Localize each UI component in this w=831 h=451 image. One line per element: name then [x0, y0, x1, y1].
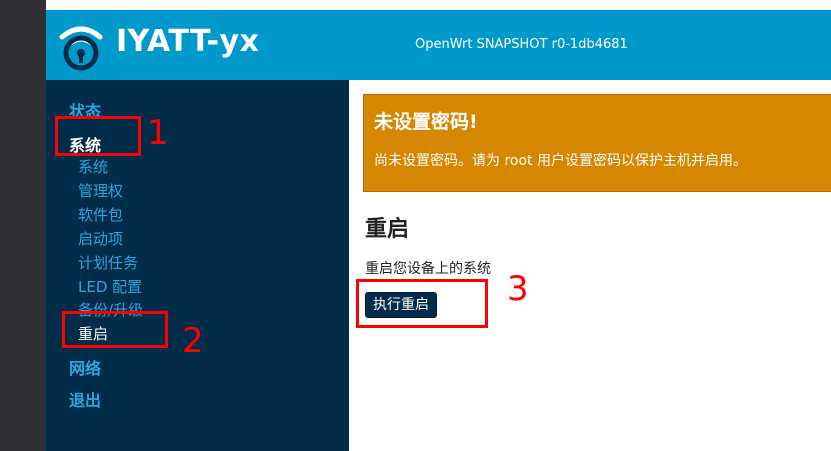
brand-name[interactable]: IYATT-yx [116, 24, 259, 59]
password-warning-alert: 未设置密码! 尚未设置密码。请为 root 用户设置密码以保护主机并启用。 [363, 94, 831, 192]
nav-sub-software[interactable]: 软件包 [78, 204, 123, 225]
perform-reboot-button[interactable]: 执行重启 [365, 292, 437, 318]
header-bar: IYATT-yx OpenWrt SNAPSHOT r0-1db4681 [46, 10, 831, 80]
nav-sub-led[interactable]: LED 配置 [78, 276, 142, 297]
nav-sub-startup[interactable]: 启动项 [78, 228, 123, 249]
nav-logout[interactable]: 退出 [69, 387, 101, 411]
left-dark-margin [0, 0, 46, 451]
top-margin [46, 0, 831, 10]
nav-sub-admin[interactable]: 管理权 [78, 180, 123, 201]
alert-title: 未设置密码! [374, 111, 478, 133]
annotation-number-3: 3 [507, 269, 529, 309]
wifi-logo-icon[interactable] [58, 19, 104, 71]
annotation-box-2 [62, 311, 168, 348]
page-title: 重启 [365, 217, 410, 242]
nav-sub-system[interactable]: 系统 [78, 156, 108, 177]
annotation-box-1 [55, 116, 141, 156]
firmware-version: OpenWrt SNAPSHOT r0-1db4681 [415, 37, 628, 52]
nav-sub-crontab[interactable]: 计划任务 [78, 252, 138, 273]
nav-network[interactable]: 网络 [69, 355, 101, 379]
annotation-number-2: 2 [182, 321, 204, 361]
page-description: 重启您设备上的系统 [365, 261, 491, 277]
alert-message: 尚未设置密码。请为 root 用户设置密码以保护主机并启用。 [374, 153, 747, 169]
annotation-number-1: 1 [147, 113, 169, 153]
